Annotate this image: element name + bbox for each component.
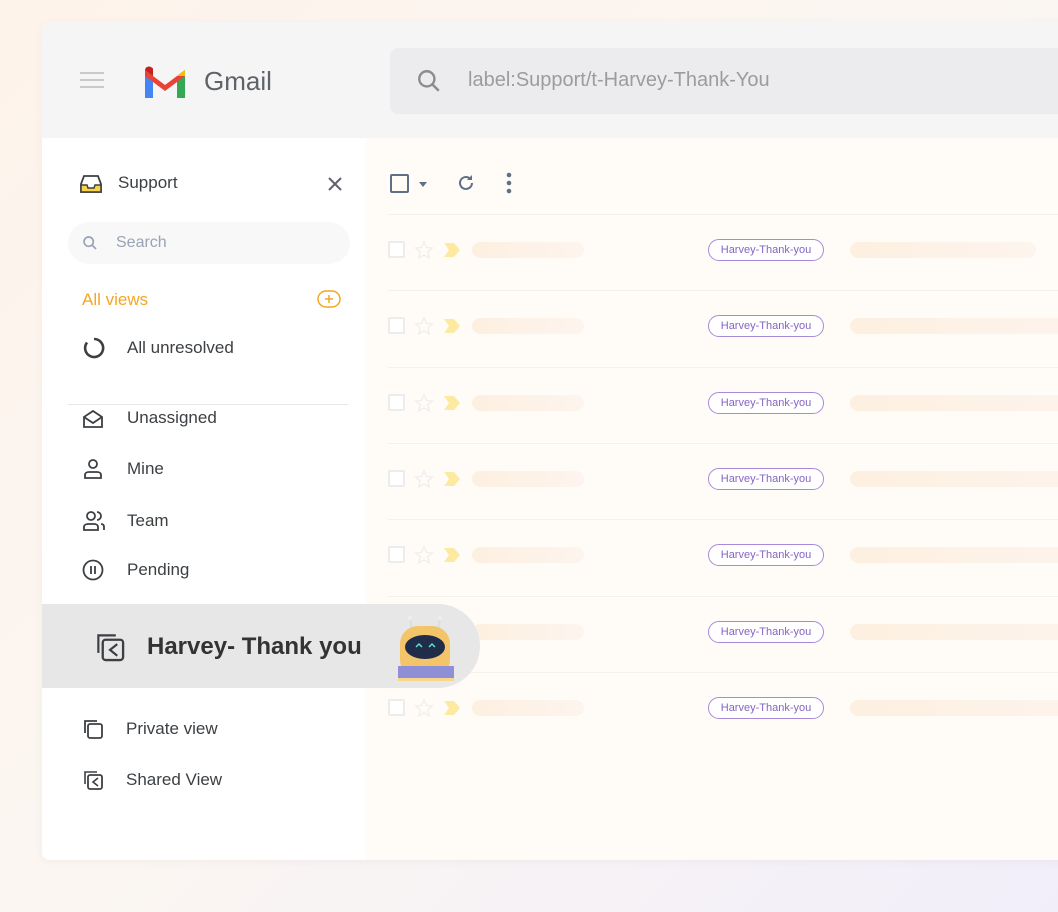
view-mine[interactable]: Mine [127,459,164,479]
close-icon[interactable] [327,176,343,192]
label-tag[interactable]: Harvey-Thank-you [708,696,824,719]
label-tag[interactable]: Harvey-Thank-you [708,391,824,414]
subject-placeholder [850,547,1058,564]
shared-view-icon [84,771,103,790]
important-marker-icon[interactable] [444,242,460,258]
add-view-icon[interactable] [317,290,341,308]
brand-name: Gmail [204,66,272,96]
sidebar-item-harvey-thank-you[interactable]: Harvey- Thank you [42,604,480,688]
star-icon[interactable] [414,468,434,489]
sender-placeholder [472,699,584,716]
row-checkbox[interactable] [388,393,405,411]
menu-icon[interactable] [80,72,104,88]
star-icon[interactable] [414,697,434,718]
message-list: Harvey-Thank-you Harvey-Thank-you Harvey… [366,138,1058,860]
header: Gmail label:Support/t-Harvey-Thank-You [42,22,1058,138]
gmail-window: Gmail label:Support/t-Harvey-Thank-You S… [42,22,1058,860]
view-team[interactable]: Team [127,511,169,531]
robot-mascot-icon [398,616,454,681]
users-icon [83,511,105,531]
search-icon [83,236,97,250]
pause-circle-icon [82,559,104,581]
table-row[interactable]: Harvey-Thank-you [388,214,1058,290]
important-marker-icon[interactable] [444,547,460,563]
star-icon[interactable] [414,392,434,413]
label-tag[interactable]: Harvey-Thank-you [708,544,824,567]
important-marker-icon[interactable] [444,700,460,716]
view-private[interactable]: Private view [126,719,218,739]
search-bar[interactable]: label:Support/t-Harvey-Thank-You [390,48,1058,114]
label-tag[interactable]: Harvey-Thank-you [708,239,824,261]
table-row[interactable]: Harvey-Thank-you [388,671,1058,748]
row-checkbox[interactable] [388,469,405,487]
view-unassigned[interactable]: Unassigned [127,408,217,428]
unresolved-icon [83,337,105,359]
view-pending[interactable]: Pending [127,560,189,580]
view-all-unresolved[interactable]: All unresolved [127,338,234,358]
subject-placeholder [850,470,1058,487]
important-marker-icon[interactable] [444,471,460,487]
subject-placeholder [850,699,1058,716]
subject-placeholder [850,623,1058,640]
sidebar-search[interactable]: Search [68,222,350,264]
table-row[interactable]: Harvey-Thank-you [388,442,1058,519]
subject-placeholder [850,318,1058,335]
row-checkbox[interactable] [388,241,405,258]
shared-view-icon [97,634,125,662]
select-all-checkbox[interactable] [390,174,409,193]
sender-placeholder [472,318,584,335]
sidebar-search-input[interactable]: Search [116,234,167,252]
envelope-open-icon [83,409,103,428]
all-views-label: All views [82,290,149,309]
table-row[interactable]: Harvey-Thank-you [388,290,1058,366]
gmail-logo [145,66,185,98]
star-icon[interactable] [414,545,434,565]
star-icon[interactable] [414,240,434,260]
table-row[interactable]: Harvey-Thank-you [388,519,1058,595]
inbox-icon [80,175,102,193]
important-marker-icon[interactable] [444,318,460,334]
search-icon [418,70,440,92]
sender-placeholder [472,394,584,411]
chevron-down-icon[interactable] [419,182,427,191]
row-checkbox[interactable] [388,317,405,335]
table-row[interactable]: Harvey-Thank-you [388,366,1058,443]
row-checkbox[interactable] [388,698,405,716]
search-input[interactable]: label:Support/t-Harvey-Thank-You [468,69,770,92]
table-row[interactable]: Harvey-Thank-you [388,595,1058,672]
sender-placeholder [472,470,584,487]
subject-placeholder [850,394,1058,411]
more-icon[interactable] [506,172,512,194]
sender-placeholder [472,547,584,564]
view-shared[interactable]: Shared View [126,770,222,790]
star-icon[interactable] [414,316,434,336]
important-marker-icon[interactable] [444,395,460,411]
user-icon [84,459,102,479]
selected-view-label: Harvey- Thank you [147,633,362,660]
sender-placeholder [472,623,584,640]
subject-placeholder [850,242,1036,258]
sidebar-title: Support [118,173,178,192]
row-checkbox[interactable] [388,546,405,564]
divider [68,404,348,405]
label-tag[interactable]: Harvey-Thank-you [708,620,824,643]
refresh-icon[interactable] [456,173,476,193]
sidebar: Support Search All views All unresolved … [42,138,366,860]
label-tag[interactable]: Harvey-Thank-you [708,467,824,490]
label-tag[interactable]: Harvey-Thank-you [708,315,824,338]
copy-icon [84,720,103,739]
sender-placeholder [472,242,584,258]
